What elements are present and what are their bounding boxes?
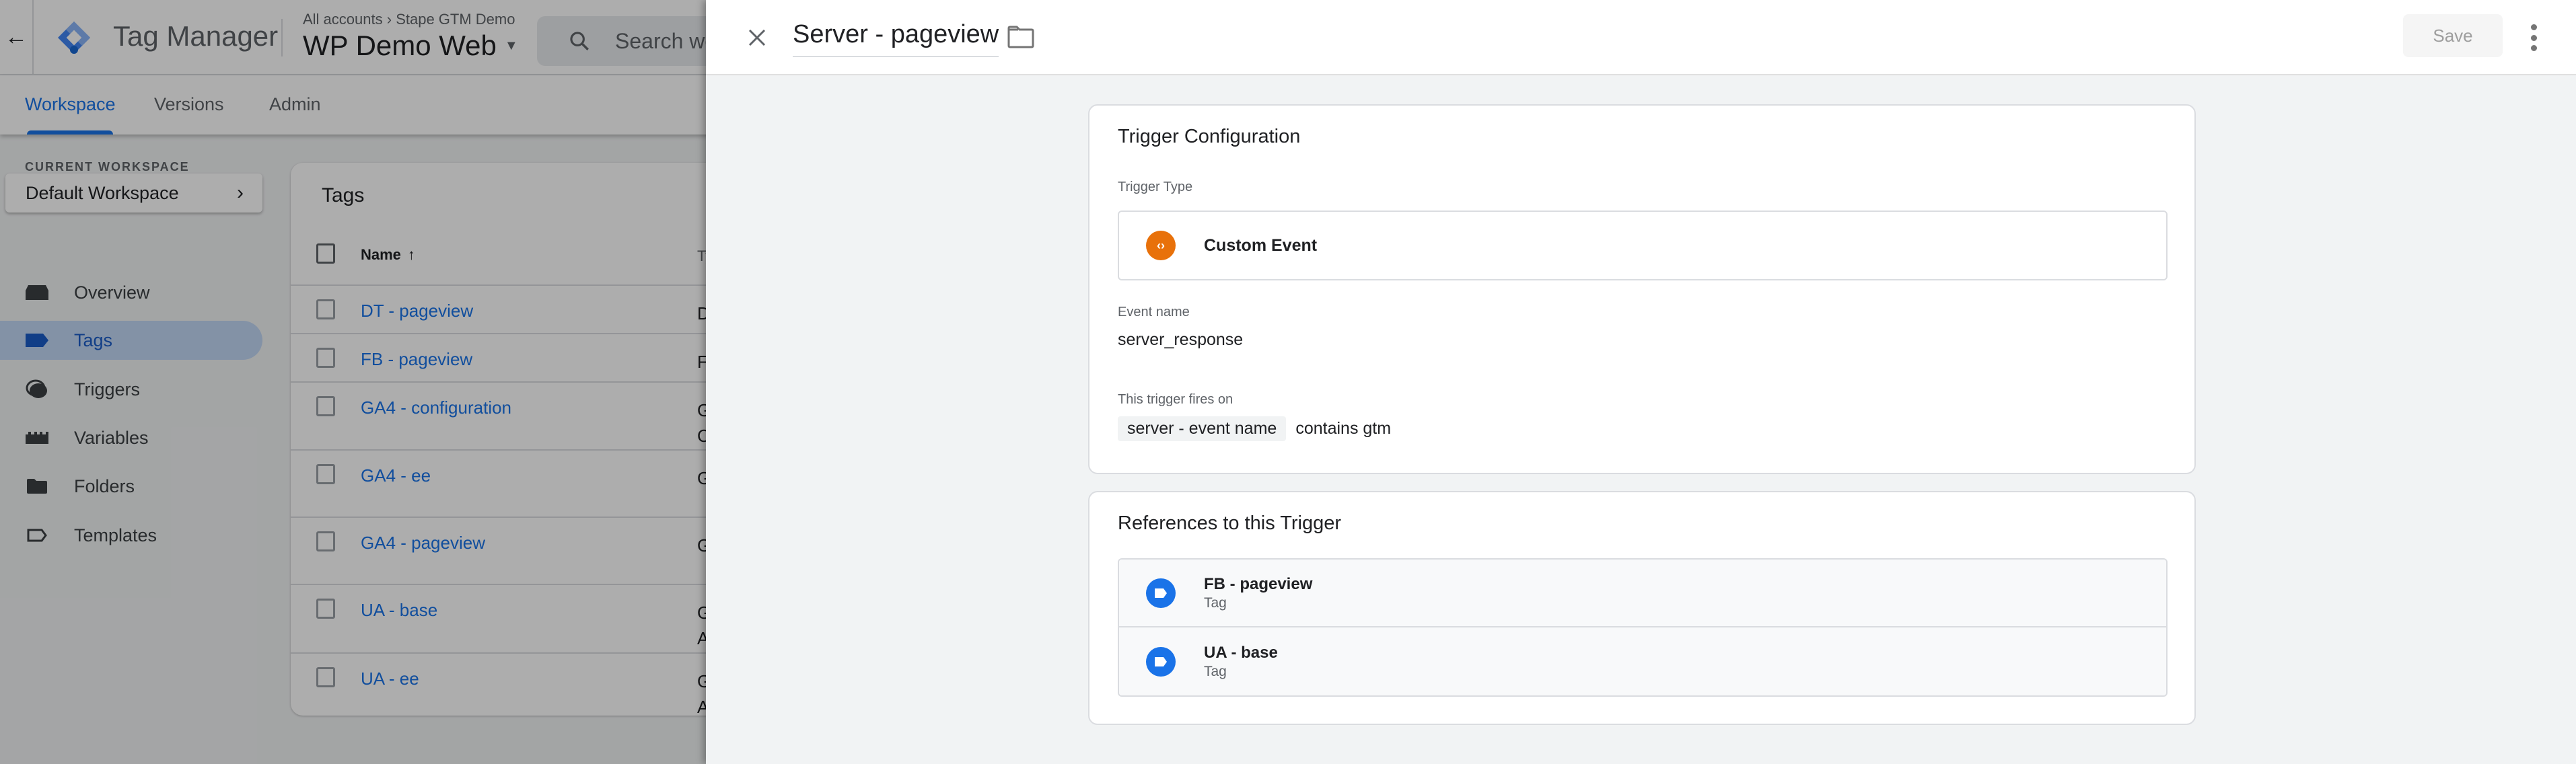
reference-kind: Tag (1204, 595, 1227, 611)
reference-item[interactable]: UA - base Tag (1119, 627, 2166, 695)
more-options-icon[interactable] (2527, 24, 2540, 51)
reference-name: UA - base (1204, 643, 1278, 662)
condition-variable-chip: server - event name (1118, 416, 1287, 441)
tag-icon (1146, 578, 1176, 608)
event-name-label: Event name (1118, 305, 1190, 319)
trigger-type-label: Trigger Type (1118, 180, 1193, 194)
folder-icon[interactable] (1007, 26, 1034, 48)
reference-text: UA - base Tag (1204, 644, 1278, 680)
trigger-drawer: Server - pageview Save Trigger Configura… (706, 0, 2576, 764)
references-list: FB - pageview Tag UA - base Tag (1118, 558, 2168, 697)
card-title: Trigger Configuration (1118, 126, 1301, 147)
close-icon (748, 29, 766, 46)
trigger-type-name: Custom Event (1204, 235, 1318, 255)
gtm-app: ← Tag Manager All accounts › Stape GTM D… (0, 0, 2576, 764)
event-name-value: server_response (1118, 330, 1244, 349)
save-button[interactable]: Save (2403, 14, 2503, 57)
drawer-header: Server - pageview Save (706, 0, 2576, 75)
card-title: References to this Trigger (1118, 512, 1342, 534)
reference-kind: Tag (1204, 663, 1227, 679)
reference-text: FB - pageview Tag (1204, 575, 1312, 611)
trigger-configuration-card[interactable]: Trigger Configuration Trigger Type ‹› Cu… (1088, 104, 2196, 474)
trigger-type-box[interactable]: ‹› Custom Event (1118, 211, 2168, 280)
trigger-name-input[interactable]: Server - pageview (793, 20, 999, 57)
close-button[interactable] (740, 20, 775, 55)
reference-name: FB - pageview (1204, 574, 1313, 593)
tag-icon (1146, 646, 1176, 677)
reference-item[interactable]: FB - pageview Tag (1119, 560, 2166, 627)
fires-on-label: This trigger fires on (1118, 392, 1233, 407)
condition-operator-value: contains gtm (1295, 419, 1392, 438)
trigger-condition: server - event name contains gtm (1118, 416, 1391, 441)
custom-event-icon: ‹› (1146, 231, 1176, 260)
references-card: References to this Trigger FB - pageview… (1088, 491, 2196, 725)
